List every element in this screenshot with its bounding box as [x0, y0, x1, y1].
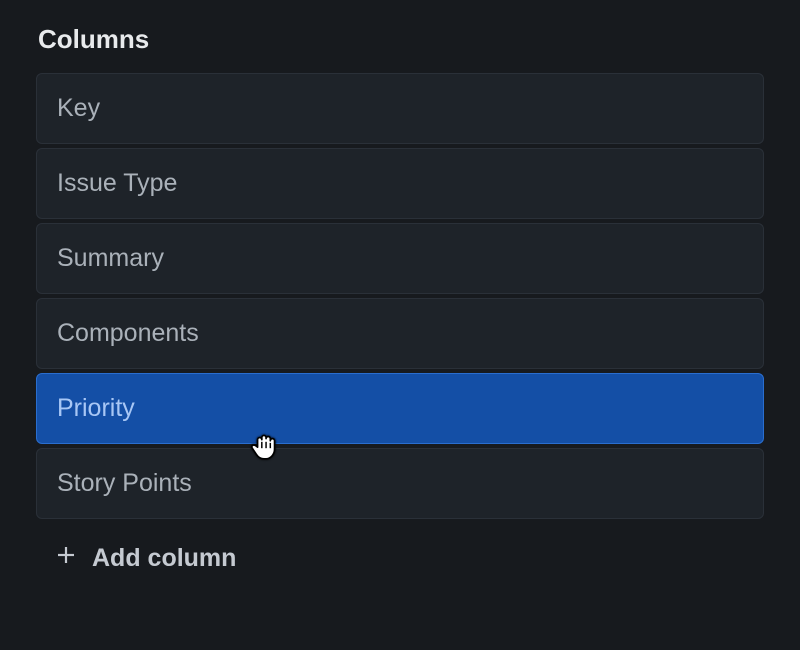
column-label: Issue Type [57, 169, 177, 197]
add-column-label: Add column [92, 544, 236, 573]
column-item-priority[interactable]: Priority [36, 373, 764, 444]
plus-icon [54, 543, 78, 574]
section-title: Columns [38, 24, 764, 55]
column-item-issue-type[interactable]: Issue Type [36, 148, 764, 219]
column-label: Summary [57, 244, 164, 272]
column-item-story-points[interactable]: Story Points [36, 448, 764, 519]
column-item-key[interactable]: Key [36, 73, 764, 144]
columns-list: Key Issue Type Summary Components Priori… [36, 73, 764, 519]
column-label: Components [57, 319, 199, 347]
column-item-summary[interactable]: Summary [36, 223, 764, 294]
column-label: Key [57, 94, 100, 122]
column-label: Priority [57, 394, 135, 422]
columns-panel: Columns Key Issue Type Summary Component… [0, 0, 800, 650]
add-column-button[interactable]: Add column [36, 519, 764, 584]
column-label: Story Points [57, 469, 192, 497]
column-item-components[interactable]: Components [36, 298, 764, 369]
